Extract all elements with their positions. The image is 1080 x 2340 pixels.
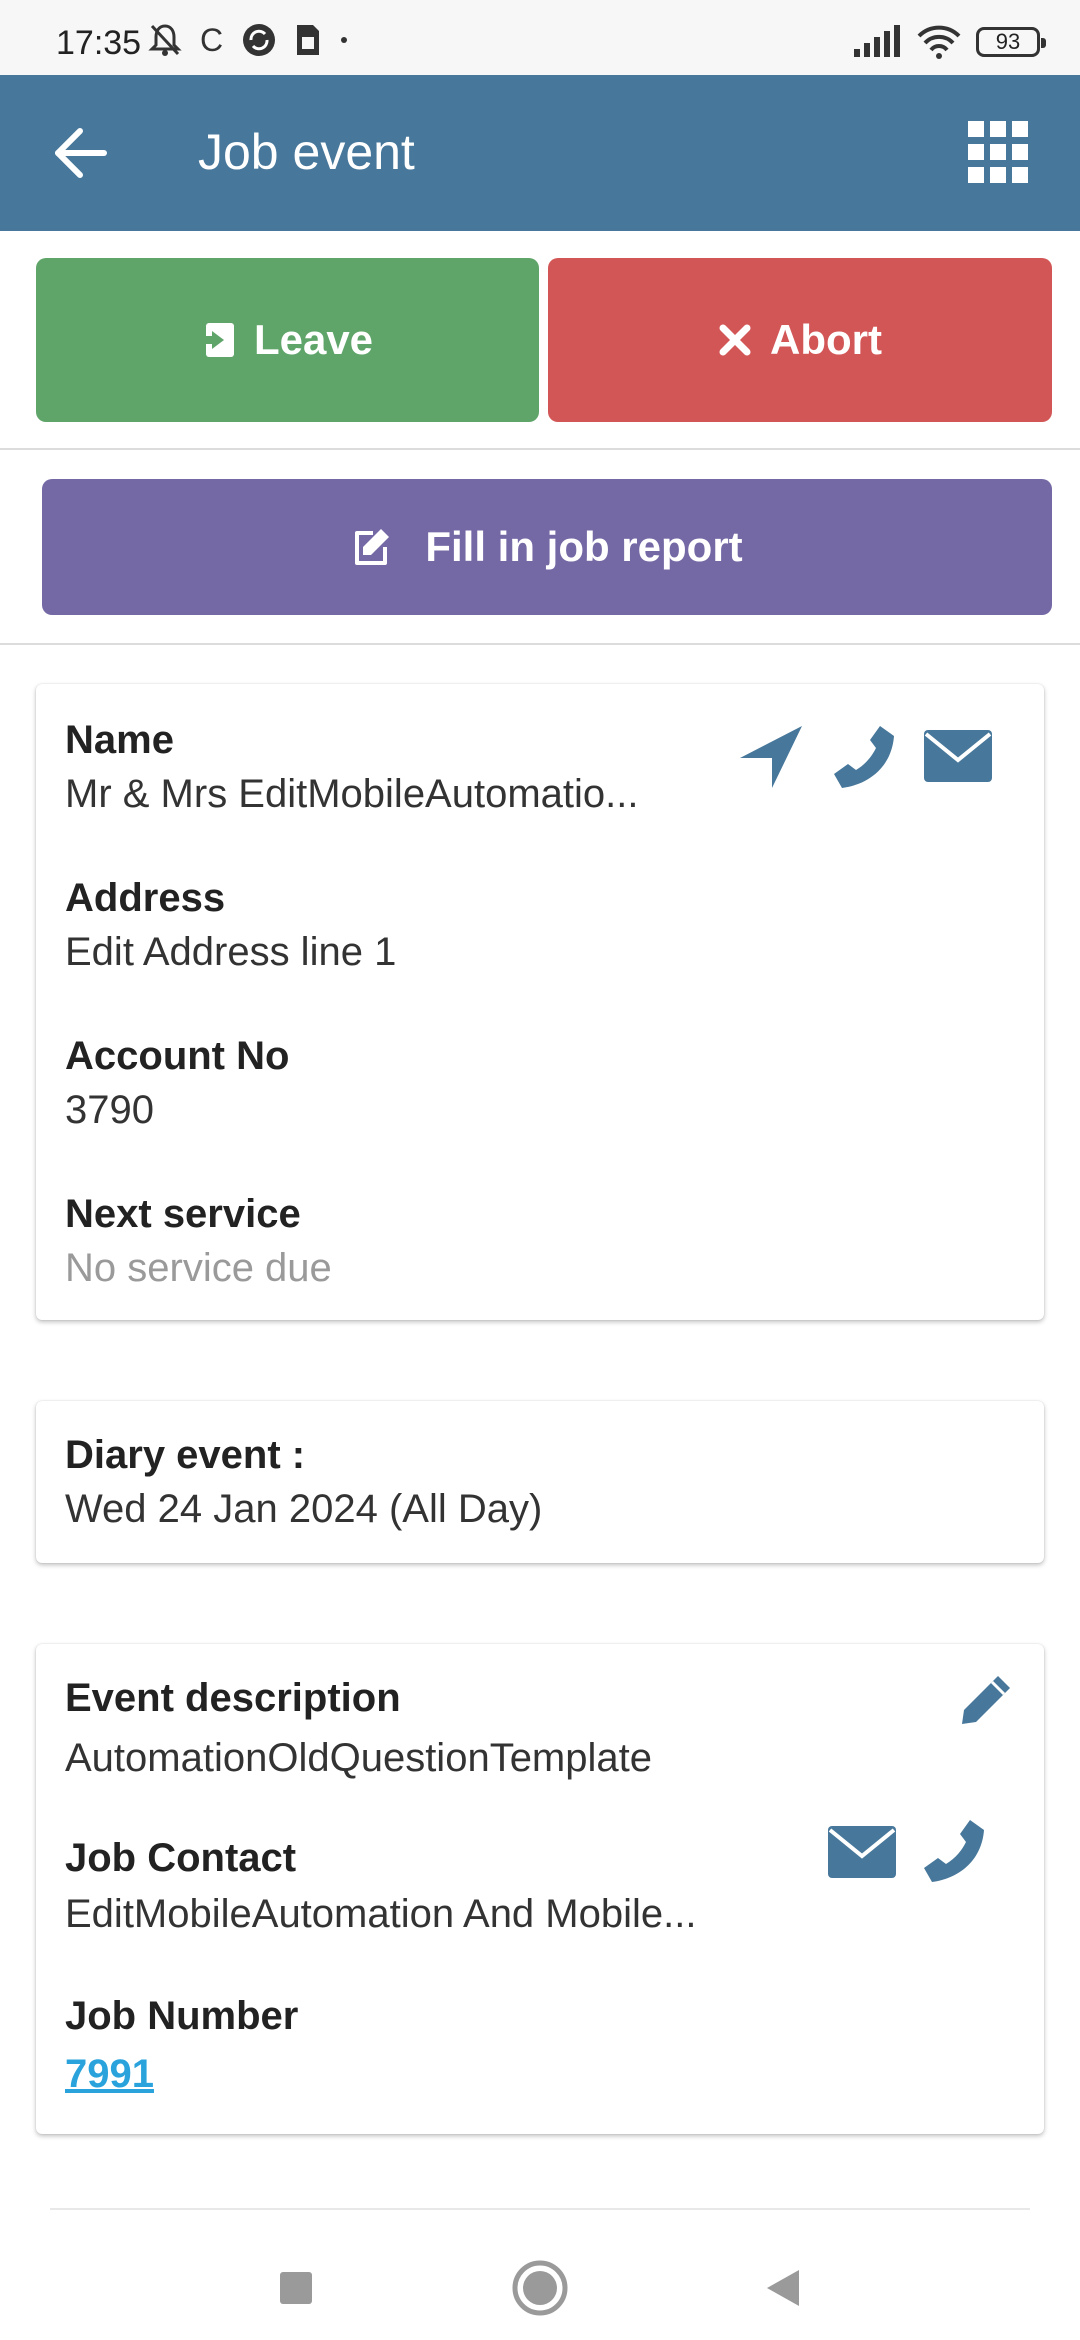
pencil-icon <box>962 1676 1010 1724</box>
nav-triangle-icon <box>767 2270 799 2306</box>
nav-circle-icon <box>512 2260 568 2316</box>
close-icon <box>719 324 751 356</box>
abort-label: Abort <box>770 316 882 363</box>
status-system-icons: 93 <box>852 22 1046 62</box>
edit-description-button[interactable] <box>956 1670 1016 1730</box>
dot-icon <box>341 37 348 43</box>
nav-divider <box>50 2208 1030 2210</box>
status-bar: 17:35 C 93 <box>0 0 1080 75</box>
home-button[interactable] <box>498 2246 582 2330</box>
fill-job-report-label: Fill in job report <box>425 523 743 570</box>
navigate-button[interactable] <box>736 722 806 792</box>
mail-icon <box>924 730 992 782</box>
enter-icon <box>201 323 234 357</box>
back-button[interactable] <box>52 125 112 181</box>
next-service-value: No service due <box>65 1246 332 1290</box>
fill-job-report-button[interactable]: Fill in job report <box>42 479 1052 615</box>
account-number-label: Account No <box>65 1034 290 1078</box>
job-contact-value: EditMobileAutomation And Mobile... <box>65 1892 697 1936</box>
divider <box>0 448 1080 450</box>
diary-event-value: Wed 24 Jan 2024 (All Day) <box>65 1487 543 1531</box>
name-value: Mr & Mrs EditMobileAutomatio... <box>65 772 639 816</box>
event-description-label: Event description <box>65 1676 401 1720</box>
nav-square-icon <box>280 2272 312 2304</box>
mute-icon <box>148 24 182 56</box>
app-bar: Job event <box>0 75 1080 231</box>
email-customer-button[interactable] <box>922 724 994 788</box>
apps-menu-button[interactable] <box>968 121 1028 183</box>
phone-icon <box>924 1820 984 1882</box>
page-title: Job event <box>198 124 415 180</box>
back-arrow-icon <box>55 128 107 178</box>
email-contact-button[interactable] <box>826 1820 898 1884</box>
next-service-label: Next service <box>65 1192 301 1236</box>
event-card: Event description AutomationOldQuestionT… <box>36 1644 1044 2134</box>
abort-button[interactable]: Abort <box>548 258 1052 422</box>
signal-icon <box>854 25 900 57</box>
event-description-value: AutomationOldQuestionTemplate <box>65 1736 652 1780</box>
call-contact-button[interactable] <box>920 1816 990 1886</box>
account-number-value: 3790 <box>65 1088 154 1132</box>
grid-icon <box>968 121 1028 183</box>
diary-event-label: Diary event : <box>65 1433 306 1477</box>
leave-label: Leave <box>253 316 374 363</box>
phone-icon <box>834 726 894 788</box>
address-label: Address <box>65 876 226 920</box>
status-notification-icons: C <box>148 22 349 58</box>
sim-icon <box>297 25 320 55</box>
call-customer-button[interactable] <box>830 722 900 792</box>
job-contact-label: Job Contact <box>65 1836 297 1880</box>
name-label: Name <box>65 718 174 762</box>
wifi-icon <box>917 25 961 59</box>
job-number-label: Job Number <box>65 1994 299 2038</box>
divider <box>0 643 1080 645</box>
sync-icon <box>243 24 276 56</box>
navigate-icon <box>740 726 802 788</box>
edit-note-icon <box>355 529 390 565</box>
customer-card: Name Mr & Mrs EditMobileAutomatio... Add… <box>36 684 1044 1320</box>
leave-button[interactable]: Leave <box>36 258 539 422</box>
recents-button[interactable] <box>254 2246 338 2330</box>
status-time: 17:35 <box>56 24 142 62</box>
diary-card: Diary event : Wed 24 Jan 2024 (All Day) <box>36 1401 1044 1563</box>
mail-icon <box>828 1826 896 1878</box>
back-nav-button[interactable] <box>740 2246 824 2330</box>
carrier-letter: C <box>200 22 224 58</box>
battery-icon: 93 <box>976 27 1046 57</box>
address-value: Edit Address line 1 <box>65 930 397 974</box>
job-number-link[interactable]: 7991 <box>65 2052 154 2097</box>
